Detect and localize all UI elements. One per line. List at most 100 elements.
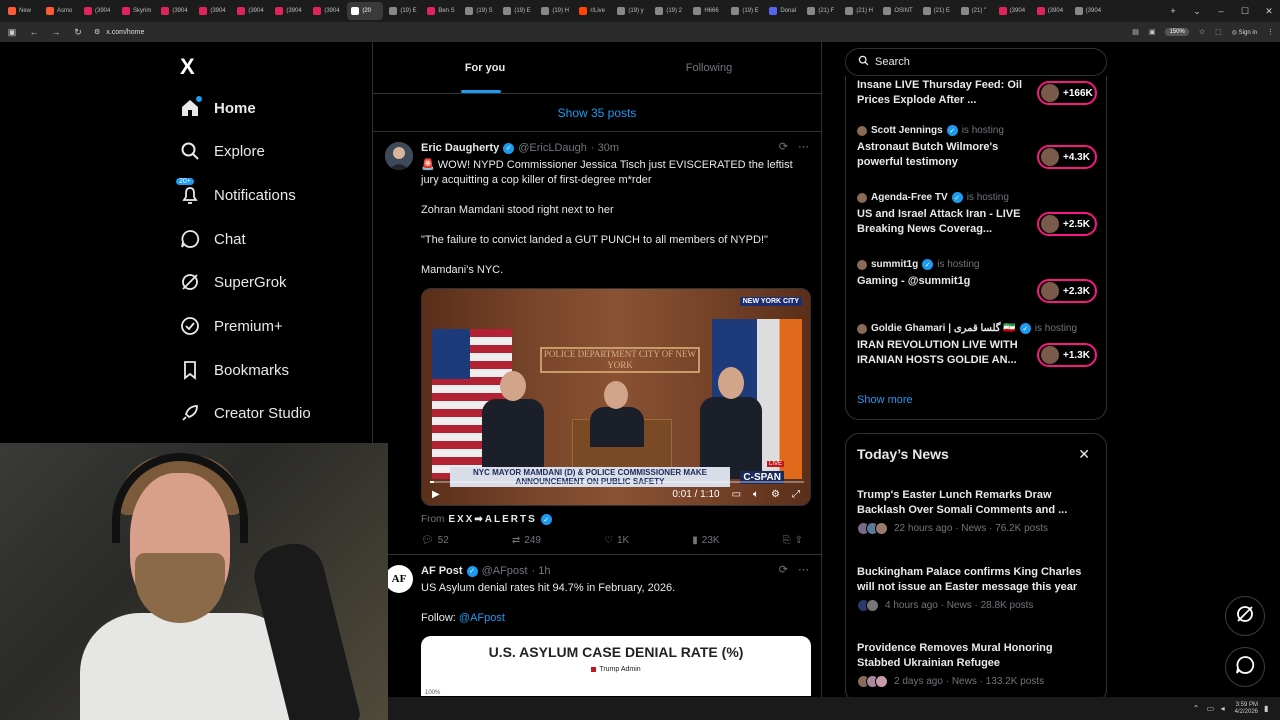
live-item[interactable]: summit1g ✓ is hosting Gaming - @summit1g +… — [857, 259, 1097, 303]
browser-tab[interactable]: (19) 2 — [651, 2, 687, 20]
back-icon[interactable]: ← — [28, 27, 40, 37]
browser-tab[interactable]: H666 — [689, 2, 725, 20]
browser-tab[interactable]: (19) E — [499, 2, 535, 20]
video-player[interactable]: POLICE DEPARTMENT CITY OF NEW YORK NEW Y… — [421, 288, 811, 506]
nav-notifications[interactable]: 20+ Notifications — [172, 175, 296, 215]
tray-chevron-icon[interactable]: ⌃ — [1193, 704, 1201, 713]
maximize-icon[interactable]: ☐ — [1234, 6, 1256, 17]
more-icon[interactable]: ⋯ — [798, 140, 809, 153]
live-listeners-pill[interactable]: +4.3K — [1037, 145, 1097, 169]
author-handle[interactable]: @AFpost — [482, 565, 528, 577]
nav-explore[interactable]: Explore — [172, 131, 265, 171]
chat-fab-button[interactable] — [1225, 647, 1265, 687]
nav-home[interactable]: Home — [172, 88, 256, 128]
nav-premium[interactable]: Premium+ — [172, 306, 283, 346]
volume-icon[interactable]: 🔈︎ — [753, 489, 759, 500]
browser-tab[interactable]: (3904 — [1033, 2, 1069, 20]
live-listeners-pill[interactable]: +2.3K — [1037, 279, 1097, 303]
chart-image[interactable]: U.S. ASYLUM CASE DENIAL RATE (%) Trump A… — [421, 636, 811, 696]
search-input[interactable]: Search — [875, 56, 910, 68]
browser-tab[interactable]: New — [4, 2, 40, 20]
post-time[interactable]: · 1h — [532, 565, 551, 577]
site-info-icon[interactable]: ⚙ — [94, 28, 100, 36]
taskbar-clock[interactable]: 3:59 PM 4/2/2026 — [1235, 702, 1258, 716]
reader-icon[interactable]: ▤ — [1132, 28, 1139, 36]
browser-tab[interactable]: Asmo — [42, 2, 78, 20]
share-icon[interactable]: ⇪ — [795, 535, 803, 546]
browser-tab[interactable]: Ben S — [423, 2, 459, 20]
browser-tab[interactable]: (19) S — [461, 2, 497, 20]
news-item[interactable]: Buckingham Palace confirms King Charles … — [857, 565, 1097, 612]
settings-icon[interactable]: ⚙ — [771, 489, 780, 500]
live-listeners-pill[interactable]: +1.3K — [1037, 343, 1097, 367]
nav-supergrok[interactable]: SuperGrok — [172, 262, 287, 302]
reply-button[interactable]: 💬︎ 52 — [421, 535, 449, 546]
browser-tab[interactable]: (19) H — [537, 2, 573, 20]
browser-tab[interactable]: (21) " — [957, 2, 993, 20]
search-box[interactable]: Search — [845, 48, 1107, 76]
avatar[interactable]: AF — [385, 565, 413, 593]
minimize-icon[interactable]: – — [1210, 6, 1232, 16]
captions-icon[interactable]: ▭ — [732, 489, 741, 500]
nav-bookmarks[interactable]: Bookmarks — [172, 350, 289, 390]
browser-tab[interactable]: Skyrim — [118, 2, 155, 20]
browser-tab[interactable]: (19) E — [727, 2, 763, 20]
browser-tab[interactable]: (3904 — [271, 2, 307, 20]
tab-for-you[interactable]: For you — [373, 42, 597, 93]
close-icon[interactable]: ✕ — [1078, 446, 1090, 463]
post-eric-daugherty[interactable]: Eric Daugherty ✓ @EricLDaugh · 30m ⟳ ⋯ 🚨… — [373, 132, 821, 555]
browser-tab[interactable]: (20 — [347, 2, 384, 20]
news-item[interactable]: Trump's Easter Lunch Remarks Draw Backla… — [857, 488, 1097, 535]
show-more-link[interactable]: Show more — [857, 394, 913, 406]
news-item[interactable]: Providence Removes Mural Honoring Stabbe… — [857, 641, 1097, 688]
source-account[interactable]: EXX➡ALERTS — [448, 514, 536, 525]
tab-list-icon[interactable]: ⌄ — [1186, 6, 1208, 17]
browser-tab[interactable]: (3904 — [1071, 2, 1107, 20]
browser-tab[interactable]: (19) y — [613, 2, 649, 20]
grok-icon[interactable]: ⟳ — [779, 140, 788, 153]
tab-following[interactable]: Following — [597, 42, 821, 93]
repost-button[interactable]: ⇄ 249 — [512, 535, 541, 546]
new-tab-icon[interactable]: + — [1162, 6, 1184, 16]
zoom-level[interactable]: 150% — [1165, 28, 1189, 36]
favorite-icon[interactable]: ☆ — [1199, 28, 1205, 36]
post-af-post[interactable]: AF AF Post ✓ @AFpost · 1h ⟳ ⋯ US Asylum … — [373, 555, 821, 697]
nav-creator-studio[interactable]: Creator Studio — [172, 393, 311, 433]
live-item[interactable]: Insane LIVE Thursday Feed: Oil Prices Ex… — [857, 78, 1097, 108]
nav-chat[interactable]: Chat — [172, 219, 246, 259]
post-time[interactable]: · 30m — [591, 142, 619, 154]
speaker-icon[interactable]: ◂ — [1221, 704, 1229, 713]
live-item[interactable]: Scott Jennings ✓ is hosting Astronaut Butc… — [857, 125, 1097, 170]
live-item[interactable]: Goldie Ghamari | گلسا قمری 🇮🇷 ✓ is hosting… — [857, 323, 1097, 368]
show-new-posts-button[interactable]: Show 35 posts — [373, 94, 821, 132]
menu-icon[interactable]: ⋮ — [1267, 28, 1274, 36]
grok-icon[interactable]: ⟳ — [779, 563, 788, 576]
author-handle[interactable]: @EricLDaugh — [518, 142, 587, 154]
screenshot-icon[interactable]: ▣ — [1149, 28, 1156, 36]
sidebar-toggle-icon[interactable]: ▣ — [6, 27, 18, 38]
sign-in-button[interactable]: ◎ Sign in — [1232, 29, 1257, 36]
reload-icon[interactable]: ↻ — [72, 27, 84, 38]
views-button[interactable]: ▮ 23K — [692, 535, 719, 546]
browser-tab[interactable]: r/Live — [575, 2, 611, 20]
browser-tab[interactable]: (3904 — [195, 2, 231, 20]
follow-link[interactable]: @AFpost — [459, 612, 505, 624]
address-field[interactable]: ⚙ x.com/home — [94, 28, 1122, 37]
more-icon[interactable]: ⋯ — [798, 563, 809, 576]
browser-tab[interactable]: (19) E — [385, 2, 421, 20]
browser-tab[interactable]: (3904 — [309, 2, 345, 20]
bookmark-button[interactable]: ⎘ ⇪ — [783, 535, 803, 546]
browser-tab[interactable]: (3904 — [80, 2, 116, 20]
grok-fab-button[interactable] — [1225, 596, 1265, 636]
forward-icon[interactable]: → — [50, 27, 62, 37]
avatar[interactable] — [385, 142, 413, 170]
fullscreen-icon[interactable]: ⤢ — [792, 489, 800, 500]
browser-tab[interactable]: (3904 — [995, 2, 1031, 20]
browser-tab[interactable]: (3904 — [157, 2, 193, 20]
x-logo[interactable]: X — [180, 54, 195, 80]
live-item[interactable]: Agenda-Free TV ✓ is hosting US and Israel … — [857, 192, 1097, 237]
live-listeners-pill[interactable]: +166K — [1037, 81, 1097, 105]
author-name[interactable]: Eric Daugherty — [421, 142, 499, 154]
browser-tab[interactable]: (3904 — [233, 2, 269, 20]
live-listeners-pill[interactable]: +2.5K — [1037, 212, 1097, 236]
